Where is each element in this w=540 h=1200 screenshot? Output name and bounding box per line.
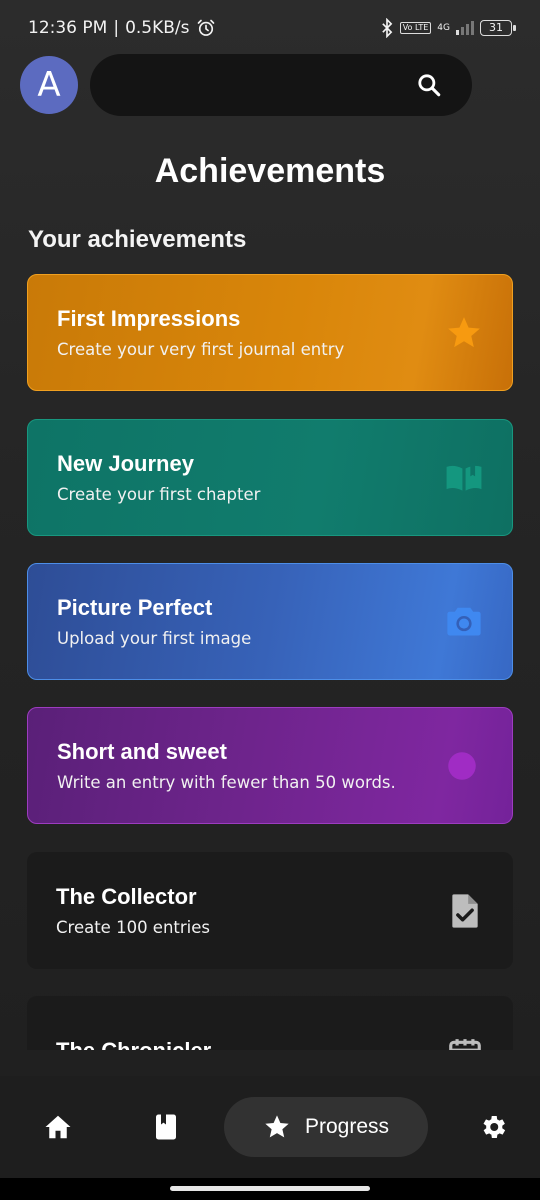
journal-book-icon[interactable] (151, 1112, 181, 1142)
status-speed: 0.5KB/s (125, 18, 190, 38)
achievement-card-new-journey[interactable]: New Journey Create your first chapter (27, 419, 513, 536)
section-title: Your achievements (28, 226, 247, 253)
achievement-description: Create 100 entries (56, 918, 211, 937)
network-type: 4G (437, 23, 450, 33)
camera-icon (447, 607, 481, 635)
bottom-navigation: Progress (0, 1076, 540, 1178)
search-input[interactable] (90, 54, 472, 116)
achievement-title: The Collector (56, 884, 197, 909)
status-bar: 12:36 PM | 0.5KB/s Vo LTE 4G 31 (0, 0, 540, 56)
achievement-card-the-chronicler[interactable]: The Chronicler (27, 996, 513, 1050)
status-time: 12:36 PM (28, 18, 108, 38)
achievement-description: Upload your first image (57, 629, 252, 648)
bluetooth-icon (381, 18, 393, 38)
search-icon[interactable] (416, 72, 442, 98)
status-separator: | (113, 18, 120, 38)
battery-level: 31 (489, 21, 503, 34)
document-check-icon (452, 893, 478, 928)
calendar-icon (449, 1038, 481, 1050)
achievement-card-short-and-sweet[interactable]: Short and sweet Write an entry with fewe… (27, 707, 513, 824)
avatar-letter: A (37, 65, 61, 105)
achievement-title: New Journey (57, 451, 194, 476)
gear-icon[interactable] (478, 1112, 508, 1142)
home-icon[interactable] (43, 1112, 73, 1142)
achievement-title: First Impressions (57, 306, 241, 331)
achievement-title: The Chronicler (56, 1037, 212, 1051)
nav-progress-tab[interactable]: Progress (224, 1097, 428, 1157)
star-icon (448, 316, 480, 347)
nav-progress-label: Progress (304, 1115, 390, 1138)
gesture-area (0, 1178, 540, 1200)
status-right: Vo LTE 4G 31 (380, 18, 516, 38)
home-gesture-bar[interactable] (170, 1186, 370, 1191)
book-open-icon (446, 461, 482, 491)
achievement-card-picture-perfect[interactable]: Picture Perfect Upload your first image (27, 563, 513, 680)
volte-badge: Vo LTE (399, 22, 432, 34)
page-title: Achievements (154, 152, 386, 190)
achievement-title: Short and sweet (57, 739, 227, 764)
status-left: 12:36 PM | 0.5KB/s (28, 18, 216, 38)
achievements-screen: 12:36 PM | 0.5KB/s Vo LTE 4G 31 A Achiev… (0, 0, 540, 1200)
achievement-description: Create your first chapter (57, 485, 261, 504)
star-icon (265, 1115, 289, 1138)
achievement-title: Picture Perfect (57, 595, 213, 620)
achievement-description: Write an entry with fewer than 50 words. (57, 773, 396, 792)
top-app-bar: A (20, 54, 525, 116)
achievement-card-the-collector[interactable]: The Collector Create 100 entries (27, 852, 513, 969)
achievement-description: Create your very first journal entry (57, 340, 345, 359)
alarm-icon (197, 19, 214, 36)
battery-icon: 31 (480, 20, 516, 36)
achievements-list[interactable]: First Impressions Create your very first… (27, 274, 513, 1050)
achievement-card-first-impressions[interactable]: First Impressions Create your very first… (27, 274, 513, 391)
moon-icon[interactable] (492, 71, 520, 99)
signal-icon (456, 21, 474, 35)
dot-icon (448, 751, 476, 780)
avatar[interactable]: A (20, 56, 78, 114)
